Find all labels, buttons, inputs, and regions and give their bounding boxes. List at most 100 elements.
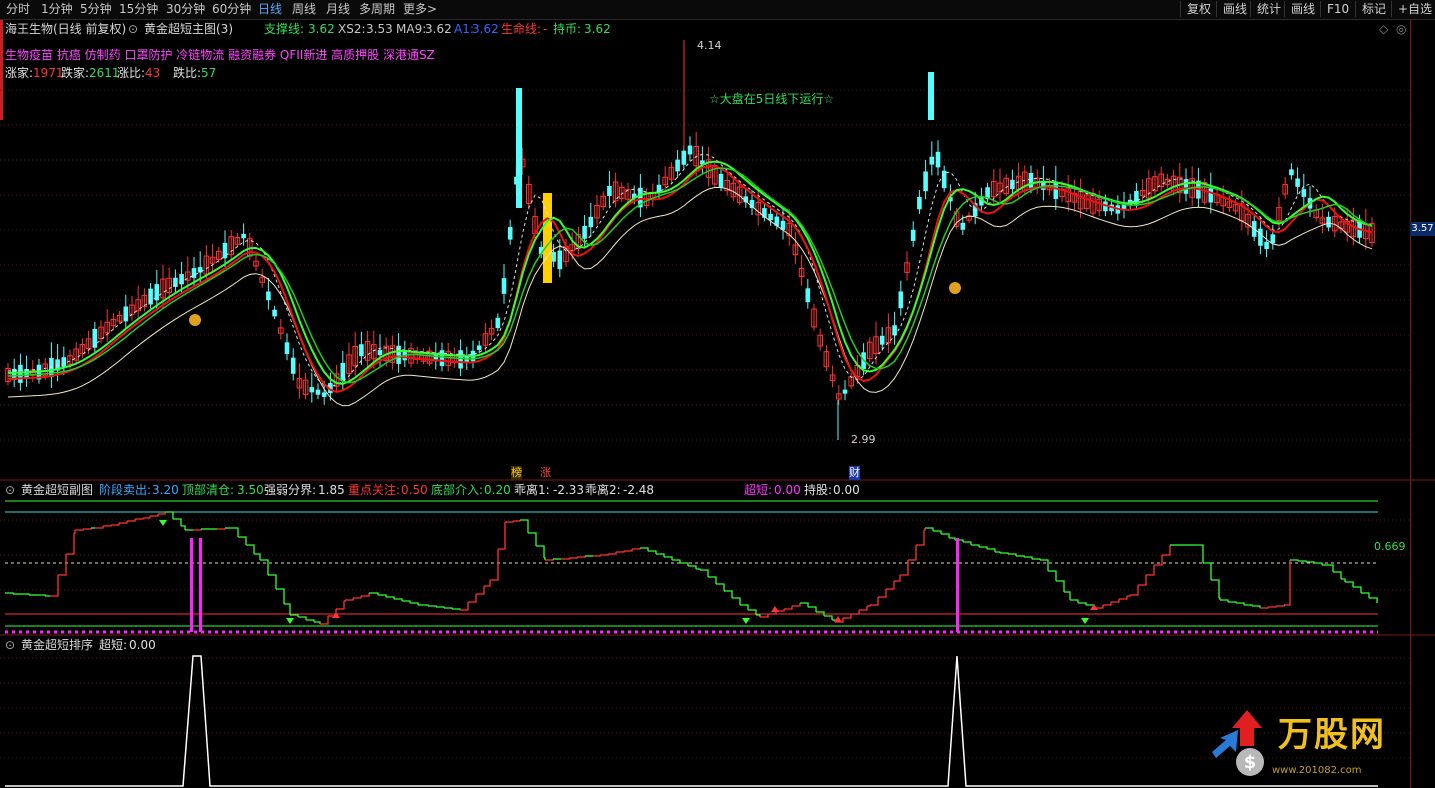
candle-down	[941, 170, 947, 189]
ultrashort-step-line	[544, 557, 546, 560]
draw-button[interactable]: 画线	[1216, 1, 1253, 17]
ultrashort-step-line	[306, 619, 315, 622]
ultrashort-step-line	[444, 607, 453, 609]
sub1-indicator-name[interactable]: 黄金超短副图	[21, 483, 93, 497]
candle-down	[507, 227, 513, 240]
sub1-settings-icon[interactable]: ⊙	[5, 483, 15, 497]
candle-down	[923, 171, 928, 192]
tab-weekly[interactable]: 周线	[292, 2, 316, 17]
ultrashort-step-line	[963, 541, 972, 545]
ultrashort-step-line	[995, 551, 1001, 553]
chart-canvas[interactable]	[0, 20, 1435, 788]
add-watchlist-button[interactable]: +自选	[1391, 1, 1435, 17]
breadth-down-value: 2611	[89, 66, 120, 80]
stats-button[interactable]: 统计	[1250, 1, 1287, 17]
ultrashort-step-line	[290, 614, 299, 617]
candle-down	[284, 342, 290, 354]
ultrashort-step-line	[688, 565, 697, 569]
legend-support-value: 3.62	[308, 22, 335, 36]
candle-down	[960, 222, 966, 230]
event-marker-finance[interactable]: 财	[849, 466, 860, 480]
sub1-ultrashort-value: 0.00	[774, 483, 801, 497]
ultrashort-signal-bar	[199, 538, 202, 632]
ultrashort-step-line	[900, 560, 909, 576]
candle-down	[681, 150, 687, 165]
ultrashort-step-line	[1268, 606, 1277, 608]
ultrashort-step-line	[74, 530, 76, 534]
sub1-holding-label: 持股:	[804, 483, 833, 497]
ultrashort-step-line	[1353, 586, 1362, 593]
candle-down	[439, 350, 445, 367]
ultrashort-step-line	[1162, 545, 1171, 556]
market-annotation: ☆大盘在5日线下运行☆	[709, 92, 835, 106]
event-marker-limit-up[interactable]: 涨	[540, 466, 551, 480]
panel-menu-icon[interactable]: ◎	[1396, 22, 1406, 36]
candle-down	[898, 291, 904, 309]
ultrashort-step-line	[95, 526, 104, 529]
legend-ma9-label: MA9:	[396, 22, 427, 36]
ultrashort-step-line	[193, 529, 202, 531]
indicator-settings-icon[interactable]: ⊙	[128, 22, 138, 36]
ultrashort-step-line	[217, 528, 226, 530]
candle-down	[266, 291, 271, 301]
sell-arrow-icon	[742, 618, 750, 624]
ultrashort-step-line	[320, 616, 329, 625]
tab-30min[interactable]: 30分钟	[166, 2, 205, 17]
candle-down	[501, 278, 507, 294]
money-bag-icon	[189, 314, 201, 326]
sub2-settings-icon[interactable]: ⊙	[5, 638, 15, 652]
ultrashort-step-line	[859, 606, 868, 611]
ultrashort-step-line	[66, 533, 75, 555]
breadth-up-ratio-label: 涨比:	[117, 66, 146, 80]
lower-band-line	[7, 187, 1373, 407]
legend-hold-cash-label: 持币:	[553, 22, 582, 36]
legend-hold-cash-value: 3.62	[584, 22, 611, 36]
f10-button[interactable]: F10	[1320, 1, 1355, 17]
tab-15min[interactable]: 15分钟	[119, 2, 158, 17]
ultrashort-step-line	[420, 604, 429, 606]
ultrashort-step-line	[135, 518, 144, 520]
tab-minute-chart[interactable]: 分时	[6, 2, 30, 17]
ultrashort-step-line	[1276, 605, 1285, 607]
watermark-url: www.201082.com	[1272, 765, 1362, 776]
ultrashort-step-line	[1070, 599, 1079, 603]
ultrashort-step-line	[886, 581, 895, 590]
ultrashort-step-line	[870, 597, 879, 606]
money-bag-icon	[949, 282, 961, 294]
ultrashort-step-line	[740, 604, 749, 610]
candle-down	[768, 213, 773, 221]
tab-60min[interactable]: 60分钟	[212, 2, 251, 17]
tab-1min[interactable]: 1分钟	[41, 2, 73, 17]
sub1-bottom-entry-label: 底部介入:	[431, 483, 484, 497]
drawline-button[interactable]: 画线	[1284, 1, 1321, 17]
ultrashort-step-line	[664, 556, 673, 560]
ultrashort-step-line	[1220, 599, 1229, 602]
main-indicator-name[interactable]: 黄金超短主图(3)	[144, 22, 233, 36]
legend-xs2-label: XS2:	[338, 22, 366, 36]
ultrashort-step-line	[732, 597, 741, 605]
tab-monthly[interactable]: 月线	[326, 2, 350, 17]
adjust-button[interactable]: 复权	[1180, 1, 1217, 17]
breadth-down-ratio-value: 57	[201, 66, 217, 80]
sub2-indicator-name[interactable]: 黄金超短排序	[21, 638, 93, 652]
sub1-bottom-entry-value: 0.20	[484, 483, 511, 497]
candle-down	[148, 288, 153, 305]
tab-more[interactable]: 更多>	[403, 2, 437, 17]
sub1-stage-sell-value: 3.20	[152, 483, 179, 497]
ultrashort-step-line	[1119, 596, 1128, 600]
tab-daily[interactable]: 日线	[258, 2, 282, 17]
mark-button[interactable]: 标记	[1355, 1, 1392, 17]
ultrashort-step-line	[314, 621, 321, 624]
tab-multi-period[interactable]: 多周期	[359, 2, 395, 17]
expand-icon[interactable]: ◇	[1379, 22, 1388, 36]
event-marker-rank[interactable]: 榜	[511, 466, 522, 480]
ultrashort-step-line	[1211, 579, 1220, 598]
ultrashort-step-line	[987, 548, 996, 552]
ultrashort-step-line	[490, 549, 499, 581]
sub1-bias1-value: -2.33	[553, 483, 585, 497]
ultrashort-step-line	[1111, 599, 1120, 603]
sub1-bias2-label: 乖离2:	[585, 483, 621, 497]
ultrashort-step-line	[784, 606, 793, 610]
tab-5min[interactable]: 5分钟	[80, 2, 112, 17]
ultrashort-step-line	[708, 576, 717, 584]
